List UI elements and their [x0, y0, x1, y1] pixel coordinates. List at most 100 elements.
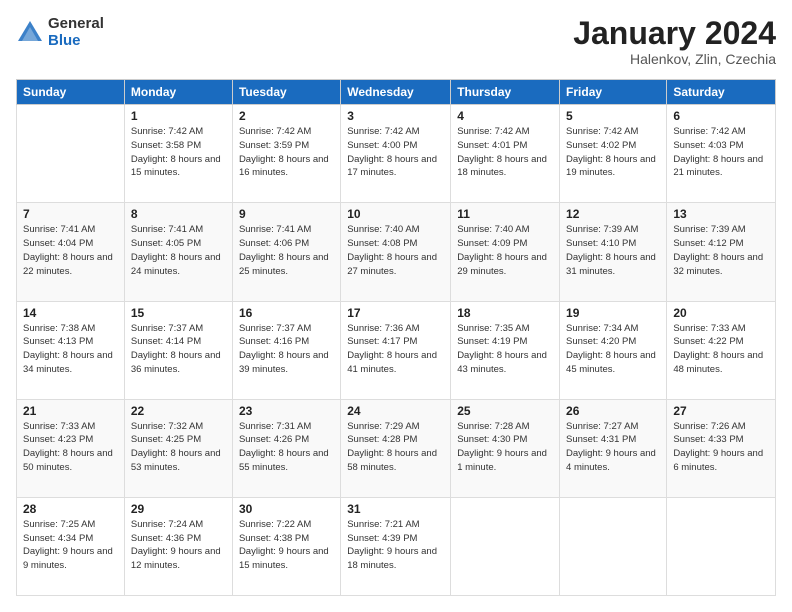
day-number: 25	[457, 404, 553, 418]
logo: General Blue	[16, 16, 104, 49]
day-number: 26	[566, 404, 660, 418]
day-info: Sunrise: 7:25 AMSunset: 4:34 PMDaylight:…	[23, 519, 113, 571]
day-number: 16	[239, 306, 334, 320]
calendar-cell	[667, 497, 776, 595]
calendar-page: General Blue January 2024 Halenkov, Zlin…	[0, 0, 792, 612]
day-number: 17	[347, 306, 444, 320]
logo-general: General	[48, 16, 104, 33]
header-monday: Monday	[124, 80, 232, 105]
day-number: 13	[673, 207, 769, 221]
day-info: Sunrise: 7:42 AMSunset: 4:00 PMDaylight:…	[347, 126, 437, 178]
calendar-week-row: 1 Sunrise: 7:42 AMSunset: 3:58 PMDaylight…	[17, 105, 776, 203]
calendar-cell: 11 Sunrise: 7:40 AMSunset: 4:09 PMDayligh…	[451, 203, 560, 301]
day-number: 20	[673, 306, 769, 320]
day-info: Sunrise: 7:39 AMSunset: 4:10 PMDaylight:…	[566, 224, 656, 276]
calendar-cell: 17Sunrise: 7:36 AMSunset: 4:17 PMDayligh…	[341, 301, 451, 399]
day-number: 12	[566, 207, 660, 221]
day-number: 1	[131, 109, 226, 123]
title-block: January 2024 Halenkov, Zlin, Czechia	[573, 16, 776, 67]
day-info: Sunrise: 7:34 AMSunset: 4:20 PMDaylight:…	[566, 323, 656, 375]
day-info: Sunrise: 7:27 AMSunset: 4:31 PMDaylight:…	[566, 421, 656, 473]
day-info: Sunrise: 7:42 AMSunset: 4:03 PMDaylight:…	[673, 126, 763, 178]
header-friday: Friday	[560, 80, 667, 105]
calendar-cell: 12 Sunrise: 7:39 AMSunset: 4:10 PMDayligh…	[560, 203, 667, 301]
day-number: 8	[131, 207, 226, 221]
header-thursday: Thursday	[451, 80, 560, 105]
calendar-cell: 1 Sunrise: 7:42 AMSunset: 3:58 PMDaylight…	[124, 105, 232, 203]
day-info: Sunrise: 7:38 AMSunset: 4:13 PMDaylight:…	[23, 323, 113, 375]
day-number: 29	[131, 502, 226, 516]
location-subtitle: Halenkov, Zlin, Czechia	[573, 51, 776, 67]
calendar-week-row: 14 Sunrise: 7:38 AMSunset: 4:13 PMDayligh…	[17, 301, 776, 399]
calendar-cell: 26 Sunrise: 7:27 AMSunset: 4:31 PMDayligh…	[560, 399, 667, 497]
calendar-table: Sunday Monday Tuesday Wednesday Thursday…	[16, 79, 776, 596]
day-info: Sunrise: 7:33 AMSunset: 4:23 PMDaylight:…	[23, 421, 113, 473]
day-info: Sunrise: 7:29 AMSunset: 4:28 PMDaylight:…	[347, 421, 437, 473]
day-number: 21	[23, 404, 118, 418]
day-info: Sunrise: 7:41 AMSunset: 4:04 PMDaylight:…	[23, 224, 113, 276]
day-number: 7	[23, 207, 118, 221]
day-number: 5	[566, 109, 660, 123]
calendar-cell: 16Sunrise: 7:37 AMSunset: 4:16 PMDayligh…	[232, 301, 340, 399]
day-info: Sunrise: 7:39 AMSunset: 4:12 PMDaylight:…	[673, 224, 763, 276]
calendar-cell	[17, 105, 125, 203]
day-info: Sunrise: 7:22 AMSunset: 4:38 PMDaylight:…	[239, 519, 329, 571]
calendar-cell: 5 Sunrise: 7:42 AMSunset: 4:02 PMDaylight…	[560, 105, 667, 203]
day-info: Sunrise: 7:42 AMSunset: 4:01 PMDaylight:…	[457, 126, 547, 178]
day-number: 18	[457, 306, 553, 320]
calendar-cell: 2Sunrise: 7:42 AMSunset: 3:59 PMDaylight…	[232, 105, 340, 203]
calendar-cell: 27Sunrise: 7:26 AMSunset: 4:33 PMDayligh…	[667, 399, 776, 497]
day-number: 22	[131, 404, 226, 418]
day-number: 24	[347, 404, 444, 418]
calendar-cell: 24 Sunrise: 7:29 AMSunset: 4:28 PMDayligh…	[341, 399, 451, 497]
day-info: Sunrise: 7:35 AMSunset: 4:19 PMDaylight:…	[457, 323, 547, 375]
header-saturday: Saturday	[667, 80, 776, 105]
day-number: 14	[23, 306, 118, 320]
day-number: 31	[347, 502, 444, 516]
calendar-cell: 22Sunrise: 7:32 AMSunset: 4:25 PMDayligh…	[124, 399, 232, 497]
calendar-cell: 30 Sunrise: 7:22 AMSunset: 4:38 PMDayligh…	[232, 497, 340, 595]
calendar-cell: 19Sunrise: 7:34 AMSunset: 4:20 PMDayligh…	[560, 301, 667, 399]
day-info: Sunrise: 7:42 AMSunset: 4:02 PMDaylight:…	[566, 126, 656, 178]
calendar-cell: 10 Sunrise: 7:40 AMSunset: 4:08 PMDayligh…	[341, 203, 451, 301]
day-info: Sunrise: 7:33 AMSunset: 4:22 PMDaylight:…	[673, 323, 763, 375]
day-number: 30	[239, 502, 334, 516]
calendar-cell: 9 Sunrise: 7:41 AMSunset: 4:06 PMDaylight…	[232, 203, 340, 301]
day-number: 4	[457, 109, 553, 123]
calendar-cell: 3Sunrise: 7:42 AMSunset: 4:00 PMDaylight…	[341, 105, 451, 203]
logo-icon	[16, 19, 44, 47]
header-wednesday: Wednesday	[341, 80, 451, 105]
calendar-cell: 29Sunrise: 7:24 AMSunset: 4:36 PMDayligh…	[124, 497, 232, 595]
calendar-cell: 31 Sunrise: 7:21 AMSunset: 4:39 PMDayligh…	[341, 497, 451, 595]
calendar-cell: 28Sunrise: 7:25 AMSunset: 4:34 PMDayligh…	[17, 497, 125, 595]
header-sunday: Sunday	[17, 80, 125, 105]
calendar-cell: 4 Sunrise: 7:42 AMSunset: 4:01 PMDaylight…	[451, 105, 560, 203]
day-info: Sunrise: 7:40 AMSunset: 4:08 PMDaylight:…	[347, 224, 437, 276]
day-info: Sunrise: 7:42 AMSunset: 3:58 PMDaylight:…	[131, 126, 221, 178]
calendar-cell	[451, 497, 560, 595]
day-info: Sunrise: 7:21 AMSunset: 4:39 PMDaylight:…	[347, 519, 437, 571]
calendar-cell: 25 Sunrise: 7:28 AMSunset: 4:30 PMDayligh…	[451, 399, 560, 497]
logo-blue: Blue	[48, 33, 104, 50]
calendar-cell	[560, 497, 667, 595]
calendar-cell: 23Sunrise: 7:31 AMSunset: 4:26 PMDayligh…	[232, 399, 340, 497]
day-number: 9	[239, 207, 334, 221]
calendar-cell: 15 Sunrise: 7:37 AMSunset: 4:14 PMDayligh…	[124, 301, 232, 399]
calendar-cell: 8Sunrise: 7:41 AMSunset: 4:05 PMDaylight…	[124, 203, 232, 301]
calendar-week-row: 7 Sunrise: 7:41 AMSunset: 4:04 PMDaylight…	[17, 203, 776, 301]
day-info: Sunrise: 7:31 AMSunset: 4:26 PMDaylight:…	[239, 421, 329, 473]
calendar-cell: 6 Sunrise: 7:42 AMSunset: 4:03 PMDaylight…	[667, 105, 776, 203]
day-info: Sunrise: 7:40 AMSunset: 4:09 PMDaylight:…	[457, 224, 547, 276]
day-info: Sunrise: 7:41 AMSunset: 4:06 PMDaylight:…	[239, 224, 329, 276]
day-info: Sunrise: 7:37 AMSunset: 4:14 PMDaylight:…	[131, 323, 221, 375]
day-number: 27	[673, 404, 769, 418]
day-number: 15	[131, 306, 226, 320]
day-number: 11	[457, 207, 553, 221]
calendar-cell: 20 Sunrise: 7:33 AMSunset: 4:22 PMDayligh…	[667, 301, 776, 399]
day-info: Sunrise: 7:42 AMSunset: 3:59 PMDaylight:…	[239, 126, 329, 178]
day-number: 6	[673, 109, 769, 123]
day-info: Sunrise: 7:28 AMSunset: 4:30 PMDaylight:…	[457, 421, 547, 473]
calendar-cell: 14 Sunrise: 7:38 AMSunset: 4:13 PMDayligh…	[17, 301, 125, 399]
month-title: January 2024	[573, 16, 776, 51]
day-number: 10	[347, 207, 444, 221]
